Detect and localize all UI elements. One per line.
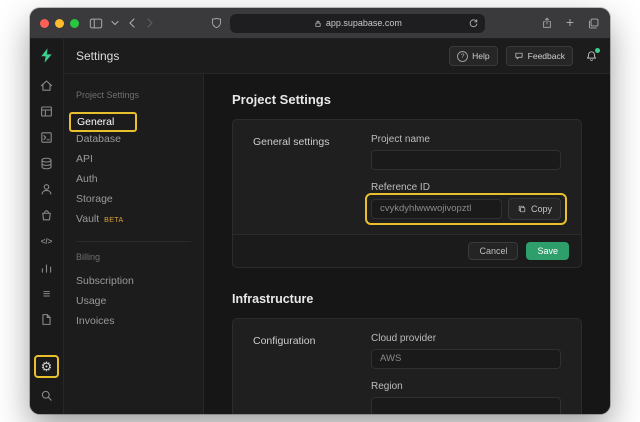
sidebar-divider — [76, 241, 191, 242]
address-area: app.supabase.com — [163, 14, 533, 33]
database-icon[interactable] — [38, 155, 55, 172]
app-header: Settings ? Help Feedback — [64, 39, 610, 74]
region-input[interactable] — [371, 397, 561, 414]
settings-sidebar: Project Settings General Database API Au… — [64, 74, 204, 414]
project-settings-heading: Project Settings — [232, 92, 582, 107]
toolbar-right: + — [541, 16, 600, 30]
reload-icon[interactable] — [468, 17, 479, 29]
nav-rail: </> ≡ ⚙ — [30, 39, 64, 414]
lock-icon — [314, 19, 322, 28]
feedback-button[interactable]: Feedback — [506, 46, 573, 66]
settings-gear-icon[interactable]: ⚙ — [34, 355, 59, 378]
auth-users-icon[interactable] — [38, 181, 55, 198]
back-button[interactable] — [127, 17, 137, 29]
configuration-label: Configuration — [253, 333, 371, 414]
reference-id-input[interactable]: cvykdyhlwwwojivopztl — [371, 199, 502, 219]
general-settings-label: General settings — [253, 134, 371, 220]
tabs-overview-icon[interactable] — [587, 17, 600, 30]
copy-icon — [517, 204, 527, 214]
storage-icon[interactable] — [38, 207, 55, 224]
feedback-chat-icon — [514, 51, 524, 61]
browser-toolbar: app.supabase.com + — [30, 8, 610, 39]
general-card-footer: Cancel Save — [233, 234, 581, 267]
general-highlight-box: General — [69, 112, 137, 132]
copy-button[interactable]: Copy — [508, 198, 561, 220]
help-button[interactable]: ? Help — [449, 46, 497, 66]
close-window-button[interactable] — [40, 19, 49, 28]
sidebar-item-general[interactable]: General — [76, 109, 191, 129]
sql-editor-icon[interactable] — [38, 129, 55, 146]
reports-icon[interactable] — [38, 259, 55, 276]
docs-icon[interactable] — [38, 311, 55, 328]
supabase-logo[interactable] — [38, 47, 55, 64]
sidebar-item-subscription[interactable]: Subscription — [76, 271, 191, 291]
new-tab-icon[interactable]: + — [566, 15, 574, 29]
help-icon: ? — [457, 51, 468, 62]
header-actions: ? Help Feedback — [449, 46, 598, 66]
browser-window: app.supabase.com + — [30, 8, 610, 414]
supabase-app: </> ≡ ⚙ Settings ? H — [30, 39, 610, 414]
notifications-bell-icon[interactable] — [585, 50, 598, 63]
reference-id-label: Reference ID — [371, 182, 561, 193]
edge-functions-icon[interactable]: </> — [38, 233, 55, 250]
privacy-shield-icon[interactable] — [210, 16, 223, 30]
beta-badge: BETA — [104, 217, 123, 224]
app-content-frame: Settings ? Help Feedback — [64, 39, 610, 414]
general-settings-card: General settings Project name Reference … — [232, 119, 582, 268]
cloud-provider-label: Cloud provider — [371, 333, 561, 344]
sidebar-item-database[interactable]: Database — [76, 129, 191, 149]
project-name-input[interactable] — [371, 150, 561, 170]
project-name-label: Project name — [371, 134, 561, 145]
app-body: Project Settings General Database API Au… — [64, 74, 610, 414]
home-icon[interactable] — [38, 77, 55, 94]
region-label: Region — [371, 381, 561, 392]
save-button[interactable]: Save — [526, 242, 569, 260]
sidebar-item-auth[interactable]: Auth — [76, 169, 191, 189]
region-field: Region — [371, 381, 561, 414]
infrastructure-card: Configuration Cloud provider AWS Region — [232, 318, 582, 414]
sidebar-item-invoices[interactable]: Invoices — [76, 311, 191, 331]
settings-main: Project Settings General settings Projec… — [204, 74, 610, 414]
minimize-window-button[interactable] — [55, 19, 64, 28]
chevron-down-icon[interactable] — [111, 20, 119, 26]
notification-dot — [595, 48, 600, 53]
logs-icon[interactable]: ≡ — [38, 285, 55, 302]
sidebar-item-vault[interactable]: VaultBETA — [76, 209, 191, 229]
sidebar-item-storage[interactable]: Storage — [76, 189, 191, 209]
page-title: Settings — [76, 49, 119, 63]
billing-section-label: Billing — [76, 252, 191, 262]
search-icon[interactable] — [38, 387, 55, 404]
cancel-button[interactable]: Cancel — [468, 242, 518, 260]
cloud-provider-input[interactable]: AWS — [371, 349, 561, 369]
sidebar-item-usage[interactable]: Usage — [76, 291, 191, 311]
url-text: app.supabase.com — [326, 18, 402, 28]
reference-id-highlight-box: cvykdyhlwwwojivopztl Copy — [365, 193, 567, 225]
project-name-field: Project name — [371, 134, 561, 170]
infrastructure-heading: Infrastructure — [232, 292, 582, 306]
share-icon[interactable] — [541, 16, 553, 30]
forward-button[interactable] — [145, 17, 155, 29]
sidebar-item-api[interactable]: API — [76, 149, 191, 169]
zoom-window-button[interactable] — [70, 19, 79, 28]
reference-id-field: Reference ID cvykdyhlwwwojivopztl Copy — [371, 182, 561, 220]
table-editor-icon[interactable] — [38, 103, 55, 120]
cloud-provider-field: Cloud provider AWS — [371, 333, 561, 369]
address-bar[interactable]: app.supabase.com — [230, 14, 485, 33]
sidebar-toggle-icon[interactable] — [89, 17, 103, 30]
project-settings-section-label: Project Settings — [76, 90, 191, 100]
window-controls — [40, 19, 79, 28]
